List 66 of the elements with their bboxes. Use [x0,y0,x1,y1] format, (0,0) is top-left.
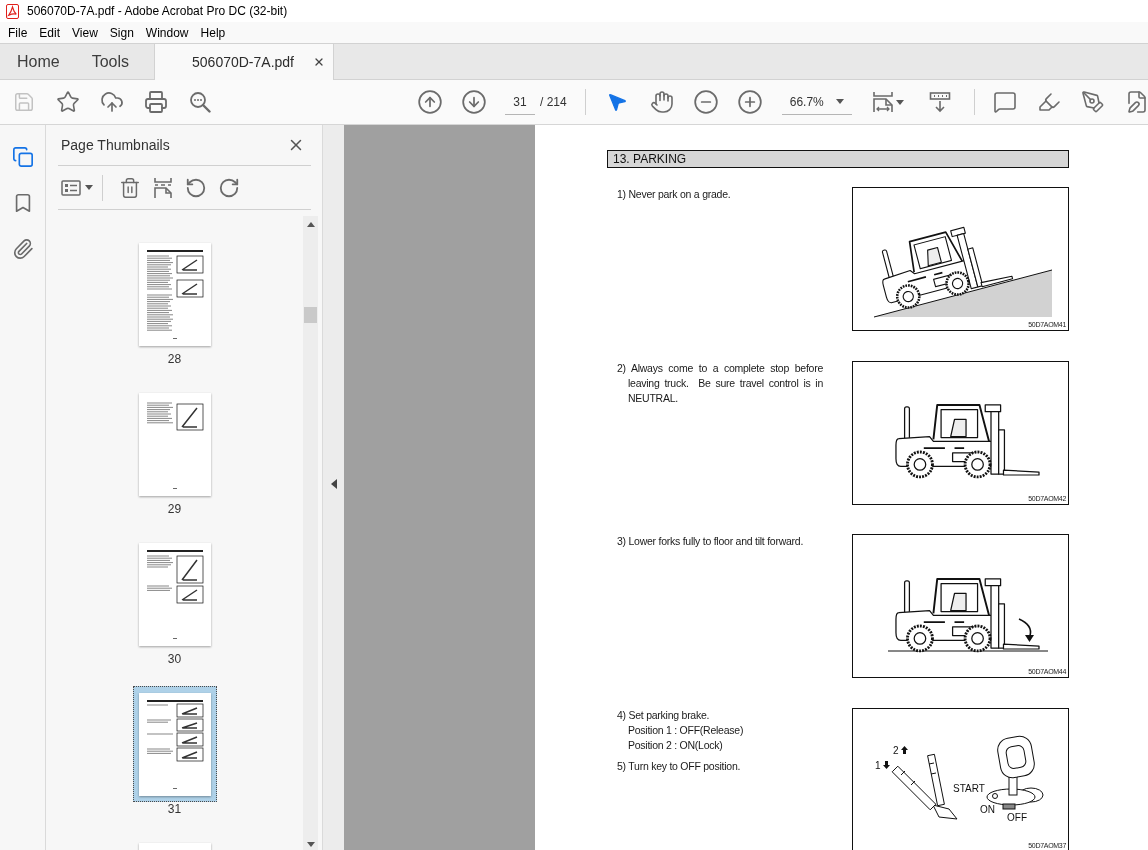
plus-circle-icon [736,89,763,115]
highlighter-icon [1036,90,1061,114]
menu-item[interactable]: Edit [33,22,67,43]
scrollbar[interactable] [303,216,318,850]
tab[interactable]: 506070D-7A.pdf [154,44,335,80]
page-number-label: 29 [167,502,182,516]
step-text: 3) Lower forks fully to floor and tilt forward. [617,534,805,549]
position-label: START [953,782,985,794]
page-count: / 214 [540,95,567,109]
step-text: 2) Always come to a complete stop before leaving truck. Be sure travel control is in NEUTRAL. [617,360,823,406]
arrow-up-icon [900,746,908,754]
star-icon [56,90,80,114]
arrow-down-icon [882,761,890,769]
caret-down-icon [306,842,315,847]
rotate-right-icon [218,176,240,199]
position-label: 2 [893,744,899,756]
page-fit-icon [871,91,894,113]
caret-icon [85,185,93,190]
step-detail: Position 1 : OFF(Release) [627,722,745,738]
caret-icon [895,99,904,105]
pages-icon [11,146,34,168]
rotate-left-icon [185,176,207,199]
trash-icon [119,176,141,199]
menu-item[interactable]: View [66,22,104,43]
menu-item[interactable]: Sign [103,22,140,43]
caret-left-icon [330,479,337,489]
page-thumbnail[interactable] [132,686,217,802]
paperclip-icon [11,238,34,260]
tab[interactable]: Tools [74,44,145,79]
cloud-upload-icon [100,90,124,114]
position-label: OFF [1007,811,1027,823]
speech-bubble-icon [992,90,1017,114]
arrow-down-circle-icon [461,89,487,115]
search-icon [189,91,211,113]
curved-arrow-icon [1018,618,1034,642]
panel-title: Page Thumbnails [61,137,170,153]
menu-item[interactable]: File [2,22,34,43]
pen-nib-icon [1080,90,1105,114]
step-text: 4) Set parking brake. [617,707,711,723]
printer-icon [144,90,168,114]
page-number-label: 31 [167,802,182,816]
window-title: 506070D-7A.pdf - Adobe Acrobat Pro DC (32-bit) [27,4,288,18]
menu-item[interactable]: Window [139,22,195,43]
list-options-icon [61,179,81,196]
minus-circle-icon [692,89,719,115]
position-label: 1 [875,759,881,771]
step-text: 5) Turn key to OFF position. [617,758,742,774]
section-heading: 13. PARKING [607,150,1069,168]
hand-icon [649,90,674,114]
page-number-label: 30 [167,652,182,666]
scrolling-icon [928,91,951,113]
caret-icon [835,99,844,104]
tab[interactable]: Home [0,44,75,79]
insert-page-icon [153,176,173,199]
scrollbar-thumb[interactable] [304,307,317,323]
step-text: 1) Never park on a grade. [617,187,732,202]
save-icon [13,91,35,113]
menu-item[interactable]: Help [194,22,232,43]
step-detail: Position 2 : ON(Lock) [627,737,724,753]
caret-up-icon [306,222,315,227]
position-label: ON [980,803,995,815]
app-logo-icon [6,3,19,19]
zoom-field[interactable]: 66.7% [781,89,852,115]
arrow-up-circle-icon [417,89,443,115]
page-number-field[interactable]: 31 [505,89,535,115]
page-number-label: 28 [167,352,182,366]
